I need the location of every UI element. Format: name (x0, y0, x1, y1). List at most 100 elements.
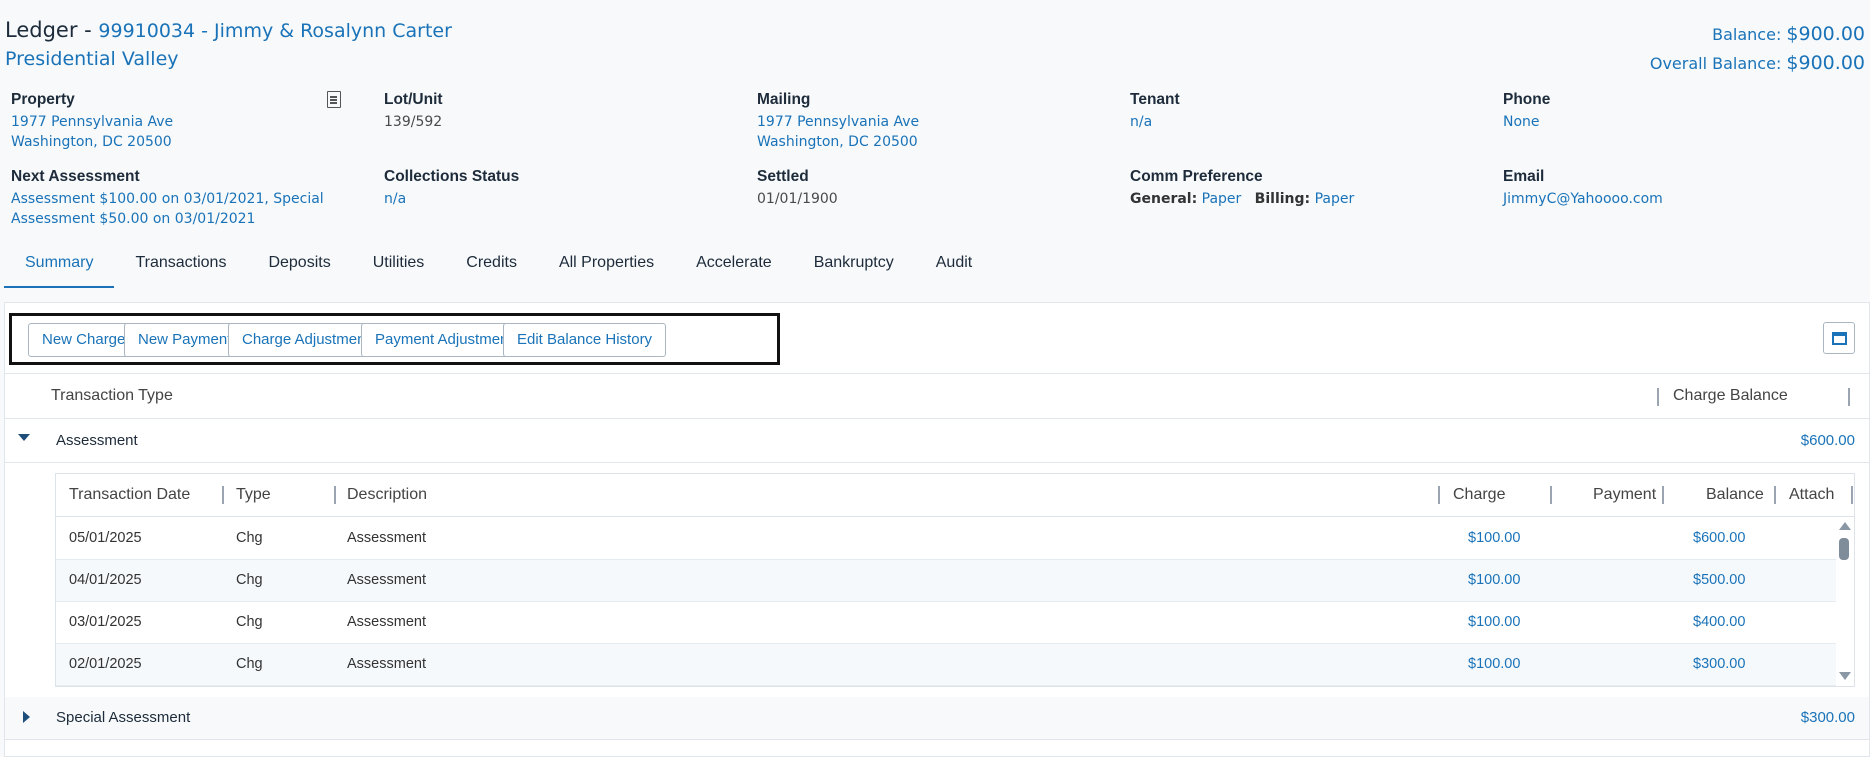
new-charge-button[interactable]: New Charge (28, 323, 140, 357)
next-assessment-line2[interactable]: Assessment $50.00 on 03/01/2021 (11, 209, 324, 229)
page-title: Ledger - 99910034 - Jimmy & Rosalynn Car… (5, 18, 452, 42)
phone-value[interactable]: None (1503, 112, 1550, 132)
row-balance: $600.00 (1693, 530, 1746, 546)
balance-summary: Balance: $900.00 Overall Balance: $900.0… (1650, 20, 1865, 78)
mailing-label: Mailing (757, 91, 811, 108)
col-balance[interactable]: Balance (1706, 486, 1764, 504)
next-assessment-line1[interactable]: Assessment $100.00 on 03/01/2021, Specia… (11, 189, 324, 209)
title-prefix: Ledger - (5, 18, 99, 42)
window-toggle-button[interactable] (1823, 322, 1855, 354)
column-resizer[interactable] (1662, 486, 1664, 504)
tab-audit[interactable]: Audit (915, 248, 993, 288)
row-charge: $100.00 (1468, 530, 1521, 546)
tab-credits[interactable]: Credits (445, 248, 538, 288)
column-resizer[interactable] (1550, 486, 1552, 504)
comm-preference-label: Comm Preference (1130, 168, 1263, 185)
col-attach[interactable]: Attach (1789, 486, 1834, 504)
col-transaction-date[interactable]: Transaction Date (69, 486, 190, 504)
row-charge: $100.00 (1468, 614, 1521, 630)
table-row[interactable]: 04/01/2025 Chg Assessment $100.00 $500.0… (56, 560, 1836, 602)
tab-bankruptcy[interactable]: Bankruptcy (793, 248, 915, 288)
collapse-arrow-icon[interactable] (18, 434, 30, 441)
row-charge: $100.00 (1468, 656, 1521, 672)
group-name: Special Assessment (56, 709, 191, 726)
column-resizer[interactable] (1848, 388, 1850, 406)
row-description: Assessment (347, 656, 426, 672)
comm-preference-info: Comm Preference General: Paper Billing: … (1130, 167, 1354, 209)
collections-label: Collections Status (384, 168, 520, 185)
column-resizer[interactable] (1438, 486, 1440, 504)
billing-value[interactable]: Paper (1315, 191, 1355, 207)
tab-deposits[interactable]: Deposits (247, 248, 351, 288)
payment-adjustment-button[interactable]: Payment Adjustment (361, 323, 527, 357)
column-resizer[interactable] (334, 486, 336, 504)
col-charge-balance[interactable]: Charge Balance (1673, 387, 1788, 405)
property-line2[interactable]: Washington, DC 20500 (11, 132, 173, 152)
column-resizer[interactable] (1657, 388, 1659, 406)
scroll-up-icon[interactable] (1839, 522, 1851, 530)
column-resizer[interactable] (1774, 486, 1776, 504)
row-type: Chg (236, 572, 263, 588)
row-balance: $400.00 (1693, 614, 1746, 630)
edit-balance-history-button[interactable]: Edit Balance History (503, 323, 667, 357)
mailing-line2[interactable]: Washington, DC 20500 (757, 132, 919, 152)
row-description: Assessment (347, 572, 426, 588)
tab-accelerate[interactable]: Accelerate (675, 248, 793, 288)
tenant-value[interactable]: n/a (1130, 112, 1180, 132)
group-amount: $300.00 (1800, 709, 1855, 726)
community-link[interactable]: Presidential Valley (5, 48, 452, 70)
expand-arrow-icon[interactable] (23, 711, 30, 723)
property-label: Property (11, 91, 75, 108)
table-row[interactable]: 03/01/2025 Chg Assessment $100.00 $400.0… (56, 602, 1836, 644)
vertical-scrollbar[interactable] (1837, 522, 1851, 682)
col-description[interactable]: Description (347, 486, 427, 504)
column-resizer[interactable] (1851, 486, 1853, 504)
phone-info: Phone None (1503, 90, 1550, 132)
property-info: Property 1977 Pennsylvania Ave Washingto… (11, 90, 173, 152)
row-date: 02/01/2025 (69, 656, 142, 672)
collections-info: Collections Status n/a (384, 167, 519, 209)
collections-value[interactable]: n/a (384, 189, 519, 209)
email-value[interactable]: JimmyC@Yahoooo.com (1503, 189, 1663, 209)
table-row[interactable]: 02/01/2025 Chg Assessment $100.00 $300.0… (56, 644, 1836, 686)
balance-label: Balance: (1712, 25, 1782, 44)
group-row-assessment[interactable]: Assessment $600.00 (5, 420, 1869, 463)
mailing-line1[interactable]: 1977 Pennsylvania Ave (757, 112, 919, 132)
tab-all-properties[interactable]: All Properties (538, 248, 675, 288)
tab-transactions[interactable]: Transactions (114, 248, 247, 288)
row-type: Chg (236, 614, 263, 630)
row-date: 04/01/2025 (69, 572, 142, 588)
email-label: Email (1503, 168, 1545, 185)
row-date: 05/01/2025 (69, 530, 142, 546)
scroll-down-icon[interactable] (1839, 672, 1851, 680)
ledger-tabs: Summary Transactions Deposits Utilities … (4, 248, 993, 288)
col-payment[interactable]: Payment (1593, 486, 1656, 504)
general-value[interactable]: Paper (1202, 191, 1242, 207)
group-amount: $600.00 (1800, 432, 1855, 449)
next-assessment-label: Next Assessment (11, 168, 140, 185)
row-description: Assessment (347, 530, 426, 546)
account-link[interactable]: 99910034 - Jimmy & Rosalynn Carter (98, 20, 452, 42)
next-assessment-info: Next Assessment Assessment $100.00 on 03… (11, 167, 324, 229)
column-resizer[interactable] (222, 486, 224, 504)
tab-summary[interactable]: Summary (4, 248, 115, 288)
overall-balance-value: $900.00 (1786, 52, 1865, 74)
row-balance: $500.00 (1693, 572, 1746, 588)
billing-label: Billing: (1254, 191, 1311, 207)
assessment-transactions-table: Transaction Date Type Description Charge… (55, 473, 1855, 687)
scroll-thumb[interactable] (1839, 538, 1849, 560)
col-charge[interactable]: Charge (1453, 486, 1505, 504)
col-transaction-type[interactable]: Transaction Type (51, 387, 173, 405)
sub-table-header: Transaction Date Type Description Charge… (56, 474, 1854, 517)
settled-info: Settled 01/01/1900 (757, 167, 838, 209)
tab-utilities[interactable]: Utilities (352, 248, 446, 288)
table-row[interactable]: 05/01/2025 Chg Assessment $100.00 $600.0… (56, 518, 1836, 560)
property-line1[interactable]: 1977 Pennsylvania Ave (11, 112, 173, 132)
ledger-header: Ledger - 99910034 - Jimmy & Rosalynn Car… (5, 18, 452, 70)
balance-value: $900.00 (1786, 23, 1865, 45)
document-icon[interactable] (327, 91, 341, 108)
group-name: Assessment (56, 432, 138, 449)
email-info: Email JimmyC@Yahoooo.com (1503, 167, 1663, 209)
col-type[interactable]: Type (236, 486, 271, 504)
group-row-special-assessment[interactable]: Special Assessment $300.00 (5, 697, 1869, 740)
